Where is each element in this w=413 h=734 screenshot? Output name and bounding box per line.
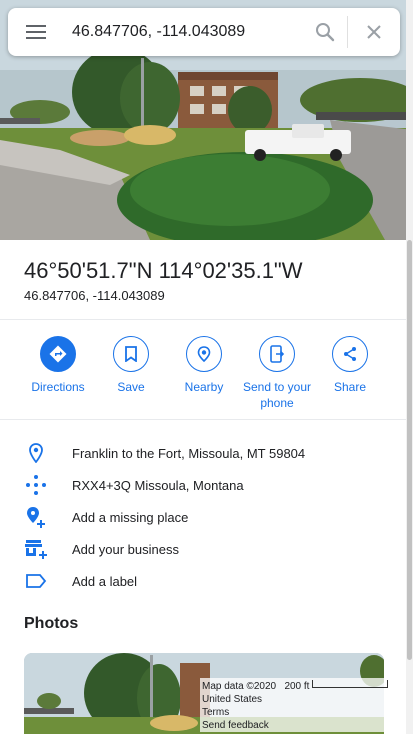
country-text: United States: [202, 694, 263, 705]
directions-label: Directions: [31, 380, 85, 394]
send-feedback-link[interactable]: Send feedback: [202, 719, 382, 732]
directions-icon: [40, 336, 76, 372]
scale-text: 200 ft: [284, 681, 310, 692]
menu-icon[interactable]: [8, 8, 64, 56]
send-to-phone-icon: [259, 336, 295, 372]
add-label-row[interactable]: Add a label: [0, 565, 413, 597]
share-icon: [332, 336, 368, 372]
add-business-text: Add your business: [72, 541, 179, 557]
scrollbar-thumb[interactable]: [407, 240, 412, 660]
map-data-text: Map data ©2020: [202, 681, 277, 692]
plus-code-icon: [24, 473, 48, 497]
plus-code-text: RXX4+3Q Missoula, Montana: [72, 477, 244, 493]
search-input[interactable]: 46.847706, -114.043089: [64, 23, 303, 41]
save-button[interactable]: Save: [89, 336, 173, 395]
send-to-phone-button[interactable]: Send to your phone: [235, 336, 319, 411]
place-info-list: Franklin to the Fort, Missoula, MT 59804…: [0, 437, 413, 597]
add-missing-place-row[interactable]: Add a missing place: [0, 501, 413, 533]
place-details-panel: 46.847706, -114.043089 46°50'51.7"N 114°…: [0, 0, 413, 734]
directions-button[interactable]: Directions: [16, 336, 100, 395]
label-icon: [24, 569, 48, 593]
send-to-phone-label: Send to your phone: [242, 380, 312, 410]
close-icon[interactable]: [348, 8, 400, 56]
coordinates-subtitle: 46.847706, -114.043089: [24, 288, 165, 303]
place-header: 46°50'51.7"N 114°02'35.1"W 46.847706, -1…: [0, 240, 413, 320]
share-label: Share: [333, 380, 367, 394]
terms-link[interactable]: Terms: [202, 706, 382, 719]
add-business-row[interactable]: Add your business: [0, 533, 413, 565]
page-title: 46°50'51.7"N 114°02'35.1"W: [24, 258, 303, 283]
add-place-icon: [24, 505, 48, 529]
nearby-button[interactable]: Nearby: [162, 336, 246, 395]
add-missing-place-text: Add a missing place: [72, 509, 189, 525]
action-buttons: Directions Save Nearby Send to your phon…: [0, 320, 413, 420]
bookmark-icon: [113, 336, 149, 372]
location-pin-icon: [24, 441, 48, 465]
address-row[interactable]: Franklin to the Fort, Missoula, MT 59804: [0, 437, 413, 469]
plus-code-row[interactable]: RXX4+3Q Missoula, Montana: [0, 469, 413, 501]
scale-bar: [312, 680, 388, 688]
save-label: Save: [117, 380, 145, 394]
nearby-label: Nearby: [184, 380, 224, 394]
nearby-icon: [186, 336, 222, 372]
add-label-text: Add a label: [72, 573, 138, 589]
address-text: Franklin to the Fort, Missoula, MT 59804: [72, 445, 306, 461]
search-icon[interactable]: [303, 8, 347, 56]
add-business-icon: [24, 537, 48, 561]
photos-heading: Photos: [24, 615, 79, 632]
search-bar: 46.847706, -114.043089: [8, 8, 400, 56]
share-button[interactable]: Share: [308, 336, 392, 395]
